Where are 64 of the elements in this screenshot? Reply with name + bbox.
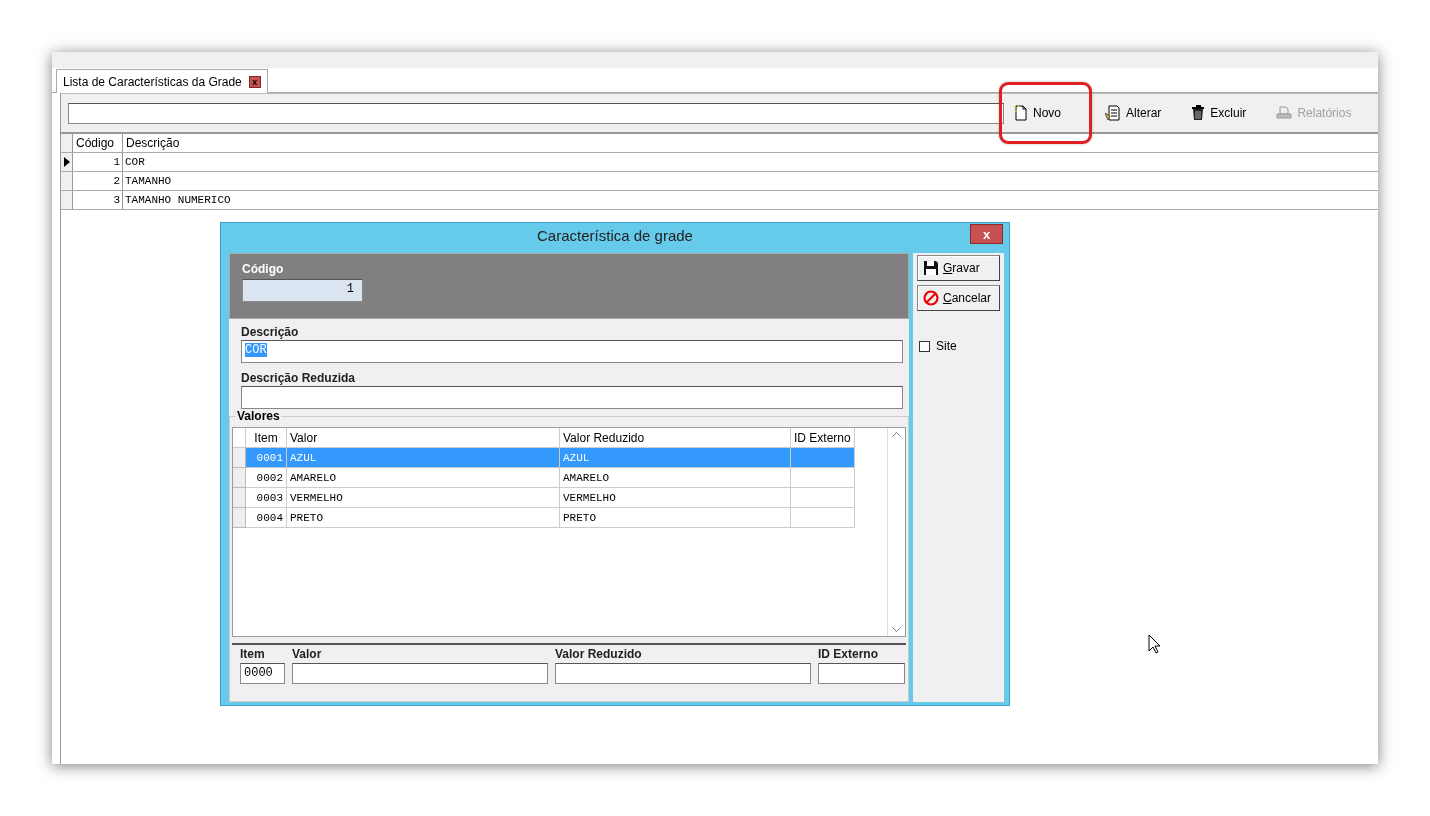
table-cell: 0002	[246, 468, 287, 488]
table-cell: AZUL	[287, 448, 560, 468]
table-cell: VERMELHO	[287, 488, 560, 508]
printer-icon	[1276, 106, 1293, 120]
scroll-down-icon[interactable]	[892, 627, 901, 633]
table-row[interactable]: 0002 AMARELO AMARELO	[233, 468, 887, 488]
table-cell-text: COR	[124, 155, 146, 170]
table-cell: AZUL	[560, 448, 791, 468]
document-icon	[1014, 105, 1028, 121]
table-cell-text: TAMANHO NUMERICO	[124, 193, 232, 208]
table-row[interactable]: 3 TAMANHO NUMERICO	[61, 191, 1378, 210]
input-field[interactable]: 1	[242, 279, 363, 302]
edit-document-icon	[1105, 105, 1121, 121]
field-label: ID Externo	[818, 647, 879, 661]
row-pointer-icon	[63, 157, 70, 167]
dialog-title: Característica de grade	[537, 227, 693, 244]
table-cell: AMARELO	[560, 468, 791, 488]
field-label: Descrição Reduzida	[241, 371, 357, 385]
field-label: Item	[240, 647, 266, 661]
field-label: Código	[242, 262, 285, 276]
save-button[interactable]: Gravar	[917, 255, 1000, 281]
row-header[interactable]	[61, 153, 73, 171]
column-header[interactable]: Código	[73, 134, 123, 152]
table-cell: 1	[73, 153, 123, 171]
toolbar-button[interactable]: Excluir	[1177, 100, 1261, 126]
input-field[interactable]	[555, 663, 811, 684]
search-field[interactable]	[68, 102, 1004, 124]
table-row[interactable]: 1 COR	[61, 153, 1378, 172]
scroll-up-icon[interactable]	[892, 431, 901, 437]
column-header[interactable]: ID Externo	[791, 428, 855, 448]
close-button[interactable]: x	[970, 224, 1003, 244]
input-field[interactable]: 0000	[240, 663, 285, 684]
trash-icon	[1191, 105, 1206, 121]
table-cell: 0001	[246, 448, 287, 468]
table-cell: VERMELHO	[560, 488, 791, 508]
input-field[interactable]	[241, 386, 903, 409]
input-field[interactable]	[818, 663, 905, 684]
table-cell-text: TAMANHO	[124, 174, 173, 189]
table-cell: 2	[73, 172, 123, 190]
toolbar-button[interactable]: Alterar	[1091, 100, 1176, 126]
input-field[interactable]	[292, 663, 548, 684]
column-header[interactable]: Valor	[287, 428, 560, 448]
table-cell: 3	[73, 191, 123, 209]
column-header[interactable]: Valor Reduzido	[560, 428, 791, 448]
checkbox[interactable]	[919, 340, 930, 352]
field-label: Descrição	[241, 325, 300, 339]
cancel-button[interactable]: Cancelar	[917, 285, 1000, 311]
checkbox-label: Site	[936, 339, 957, 353]
prohibited-icon	[923, 290, 939, 306]
mouse-pointer-icon	[1148, 634, 1161, 654]
table-cell: 0004	[246, 508, 287, 528]
document-tab[interactable]: Lista de Características da Grade x	[56, 69, 268, 93]
table-row[interactable]: 0003 VERMELHO VERMELHO	[233, 488, 887, 508]
close-button[interactable]: x	[248, 75, 261, 88]
column-header[interactable]: Item	[246, 428, 287, 448]
table-row[interactable]: 0004 PRETO PRETO	[233, 508, 887, 528]
table-cell: AMARELO	[287, 468, 560, 488]
table-cell: PRETO	[560, 508, 791, 528]
table-cell: PRETO	[287, 508, 560, 528]
table-row[interactable]: 2 TAMANHO	[61, 172, 1378, 191]
group-title: Valores	[236, 409, 281, 423]
table-cell: 0003	[246, 488, 287, 508]
field-label: Valor Reduzido	[555, 647, 643, 661]
field-label: Valor	[292, 647, 323, 661]
